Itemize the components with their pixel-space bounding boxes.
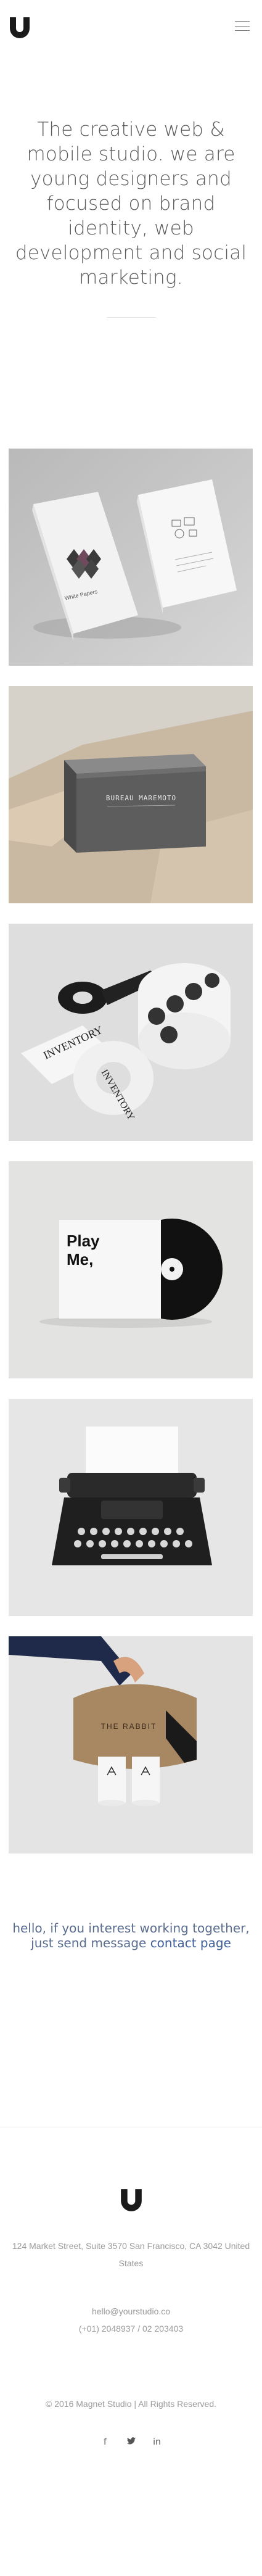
twitter-bird-icon: [126, 2437, 136, 2445]
footer-logo[interactable]: [120, 2188, 143, 2213]
portfolio-item-box-cards[interactable]: BUREAU MAREMOTO: [9, 686, 253, 903]
cd-title-line-2: Me,: [67, 1250, 93, 1269]
site-logo[interactable]: [9, 16, 31, 39]
portfolio-item-coffee-carrier[interactable]: THE RABBIT: [9, 1636, 253, 1853]
portfolio-item-cd-sleeve[interactable]: Play Me,: [9, 1161, 253, 1378]
linkedin-icon[interactable]: in: [151, 2437, 163, 2447]
tape-rolls-image: INVENTORY INVENTORY: [9, 924, 253, 1141]
portfolio-item-typewriter[interactable]: [9, 1399, 253, 1616]
contact-page-link[interactable]: contact page: [150, 1936, 231, 1950]
portfolio-item-tape-rolls[interactable]: INVENTORY INVENTORY: [9, 924, 253, 1141]
footer-phone: (+01) 2048937 / 02 203403: [78, 2324, 184, 2334]
coffee-carrier-image: THE RABBIT: [9, 1636, 253, 1853]
social-links: f in: [0, 2437, 262, 2447]
contact-cta: hello, if you interest working together,…: [0, 1874, 262, 2127]
cd-title-line-1: Play: [67, 1232, 100, 1250]
site-header: [0, 0, 262, 59]
box-label: BUREAU MAREMOTO: [106, 794, 176, 802]
contact-message: hello, if you interest working together,…: [12, 1921, 250, 1950]
site-footer: 124 Market Street, Suite 3570 San Franci…: [0, 2127, 262, 2576]
carrier-label: THE RABBIT: [101, 1722, 157, 1731]
magnet-u-logo-icon: [10, 17, 30, 38]
facebook-icon[interactable]: f: [99, 2437, 112, 2447]
footer-address: 124 Market Street, Suite 3570 San Franci…: [12, 2241, 250, 2268]
twitter-icon[interactable]: [125, 2437, 137, 2447]
footer-email-link[interactable]: hello@yourstudio.co: [0, 2306, 262, 2316]
typewriter-image: [9, 1399, 253, 1616]
cd-sleeve-image: Play Me,: [9, 1161, 253, 1378]
footer-copyright: © 2016 Magnet Studio | All Rights Reserv…: [46, 2399, 216, 2409]
portfolio-item-business-cards[interactable]: White Papers: [9, 449, 253, 666]
hero-section: The creative web & mobile studio. we are…: [0, 59, 262, 449]
card-box-image: BUREAU MAREMOTO: [9, 686, 253, 903]
portfolio-grid: White Papers BUREAU MAREMOTO INVENTORY I…: [0, 449, 262, 1853]
business-cards-image: White Papers: [9, 449, 253, 666]
magnet-u-logo-icon: [120, 2189, 142, 2211]
hamburger-menu-icon[interactable]: [235, 21, 250, 31]
hero-tagline: The creative web & mobile studio. we are…: [15, 118, 247, 289]
hero-divider: [106, 317, 156, 318]
